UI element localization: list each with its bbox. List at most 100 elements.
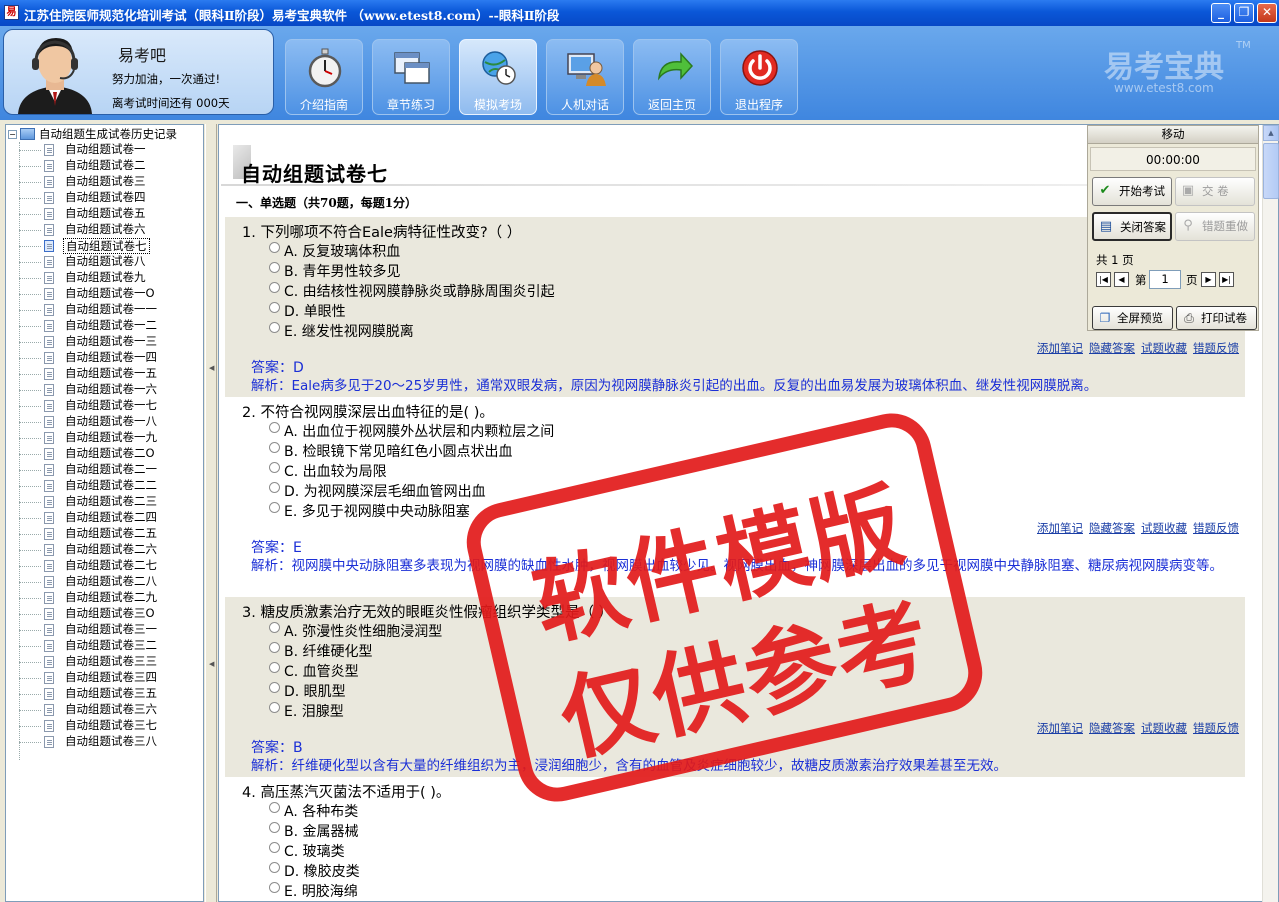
pane-splitter[interactable]: ◀ ◀ bbox=[205, 124, 217, 902]
add-note-link[interactable]: 添加笔记 bbox=[1037, 521, 1083, 535]
panel-move-handle[interactable]: 移动 bbox=[1088, 126, 1258, 144]
option-a[interactable]: A. 出血位于视网膜外丛状层和内颗粒层之间 bbox=[269, 421, 554, 441]
tree-item[interactable]: 自动组题试卷二三 bbox=[6, 494, 203, 510]
paper-history-tree[interactable]: − 自动组题生成试卷历史记录 自动组题试卷一 自动组题试卷二 自动组题试卷三 自动组题试… bbox=[5, 124, 204, 902]
hide-answer-link[interactable]: 隐藏答案 bbox=[1089, 341, 1135, 355]
tree-item[interactable]: 自动组题试卷三五 bbox=[6, 686, 203, 702]
fullscreen-preview-button[interactable]: ❐ 全屏预览 bbox=[1092, 306, 1173, 330]
add-note-link[interactable]: 添加笔记 bbox=[1037, 721, 1083, 735]
radio-button[interactable] bbox=[269, 442, 280, 453]
radio-button[interactable] bbox=[269, 502, 280, 513]
tree-item[interactable]: 自动组题试卷二七 bbox=[6, 558, 203, 574]
toolbar-button-mock-exam[interactable]: 模拟考场 bbox=[459, 39, 537, 115]
tree-item[interactable]: 自动组题试卷三六 bbox=[6, 702, 203, 718]
tree-item[interactable]: 自动组题试卷二五 bbox=[6, 526, 203, 542]
tree-item[interactable]: 自动组题试卷一二 bbox=[6, 318, 203, 334]
tree-item[interactable]: 自动组题试卷一三 bbox=[6, 334, 203, 350]
splitter-arrow-icon[interactable]: ◀ bbox=[209, 660, 214, 668]
tree-item[interactable]: 自动组题试卷一七 bbox=[6, 398, 203, 414]
tree-item[interactable]: 自动组题试卷八 bbox=[6, 254, 203, 270]
tree-item[interactable]: 自动组题试卷三 bbox=[6, 174, 203, 190]
option-c[interactable]: C. 出血较为局限 bbox=[269, 461, 387, 481]
feedback-link[interactable]: 错题反馈 bbox=[1193, 521, 1239, 535]
feedback-link[interactable]: 错题反馈 bbox=[1193, 721, 1239, 735]
tree-item[interactable]: 自动组题试卷三一 bbox=[6, 622, 203, 638]
redo-wrong-button[interactable]: ⚲ 错题重做 bbox=[1175, 212, 1255, 241]
tree-item[interactable]: 自动组题试卷二二 bbox=[6, 478, 203, 494]
radio-button[interactable] bbox=[269, 282, 280, 293]
maximize-button[interactable]: ❐ bbox=[1234, 3, 1254, 23]
option-e[interactable]: E. 多见于视网膜中央动脉阻塞 bbox=[269, 501, 470, 521]
option-b[interactable]: B. 纤维硬化型 bbox=[269, 641, 373, 661]
last-page-icon[interactable]: ▶| bbox=[1219, 272, 1234, 287]
radio-button[interactable] bbox=[269, 462, 280, 473]
radio-button[interactable] bbox=[269, 682, 280, 693]
option-e[interactable]: E. 明胶海绵 bbox=[269, 881, 358, 901]
favorite-link[interactable]: 试题收藏 bbox=[1141, 341, 1187, 355]
tree-item[interactable]: 自动组题试卷三八 bbox=[6, 734, 203, 750]
hide-answer-link[interactable]: 隐藏答案 bbox=[1089, 521, 1135, 535]
radio-button[interactable] bbox=[269, 302, 280, 313]
prev-page-icon[interactable]: ◀ bbox=[1114, 272, 1129, 287]
radio-button[interactable] bbox=[269, 662, 280, 673]
option-e[interactable]: E. 泪腺型 bbox=[269, 701, 344, 721]
toolbar-button-human-computer-dialog[interactable]: 人机对话 bbox=[546, 39, 624, 115]
radio-button[interactable] bbox=[269, 242, 280, 253]
radio-button[interactable] bbox=[269, 702, 280, 713]
option-c[interactable]: C. 玻璃类 bbox=[269, 841, 345, 861]
collapse-icon[interactable]: − bbox=[8, 129, 17, 139]
submit-button[interactable]: ▣ 交 卷 bbox=[1175, 177, 1255, 206]
radio-button[interactable] bbox=[269, 842, 280, 853]
option-c[interactable]: C. 由结核性视网膜静脉炎或静脉周围炎引起 bbox=[269, 281, 555, 301]
tree-item[interactable]: 自动组题试卷二一 bbox=[6, 462, 203, 478]
start-exam-button[interactable]: ✔ 开始考试 bbox=[1092, 177, 1172, 206]
close-button[interactable]: ✕ bbox=[1257, 3, 1277, 23]
next-page-icon[interactable]: ▶ bbox=[1201, 272, 1216, 287]
option-b[interactable]: B. 青年男性较多见 bbox=[269, 261, 401, 281]
radio-button[interactable] bbox=[269, 622, 280, 633]
tree-item[interactable]: 自动组题试卷七 bbox=[6, 238, 203, 254]
option-d[interactable]: D. 橡胶皮类 bbox=[269, 861, 360, 881]
vertical-scrollbar[interactable]: ▲ bbox=[1262, 125, 1279, 902]
radio-button[interactable] bbox=[269, 802, 280, 813]
tree-item[interactable]: 自动组题试卷二四 bbox=[6, 510, 203, 526]
feedback-link[interactable]: 错题反馈 bbox=[1193, 341, 1239, 355]
tree-item[interactable]: 自动组题试卷三三 bbox=[6, 654, 203, 670]
tree-item[interactable]: 自动组题试卷三四 bbox=[6, 670, 203, 686]
radio-button[interactable] bbox=[269, 642, 280, 653]
first-page-icon[interactable]: |◀ bbox=[1096, 272, 1111, 287]
option-b[interactable]: B. 金属器械 bbox=[269, 821, 359, 841]
radio-button[interactable] bbox=[269, 882, 280, 893]
add-note-link[interactable]: 添加笔记 bbox=[1037, 341, 1083, 355]
tree-item[interactable]: 自动组题试卷一O bbox=[6, 286, 203, 302]
option-a[interactable]: A. 弥漫性炎性细胞浸润型 bbox=[269, 621, 442, 641]
option-a[interactable]: A. 反复玻璃体积血 bbox=[269, 241, 400, 261]
option-a[interactable]: A. 各种布类 bbox=[269, 801, 358, 821]
option-c[interactable]: C. 血管炎型 bbox=[269, 661, 359, 681]
title-bar[interactable]: 易 江苏住院医师规范化培训考试（眼科Ⅱ阶段）易考宝典软件 （www.etest8… bbox=[0, 0, 1279, 26]
tree-item[interactable]: 自动组题试卷九 bbox=[6, 270, 203, 286]
tree-item[interactable]: 自动组题试卷四 bbox=[6, 190, 203, 206]
option-b[interactable]: B. 检眼镜下常见暗红色小圆点状出血 bbox=[269, 441, 513, 461]
toolbar-button-home[interactable]: 返回主页 bbox=[633, 39, 711, 115]
tree-item[interactable]: 自动组题试卷一一 bbox=[6, 302, 203, 318]
radio-button[interactable] bbox=[269, 262, 280, 273]
radio-button[interactable] bbox=[269, 422, 280, 433]
print-paper-button[interactable]: ⎙ 打印试卷 bbox=[1176, 306, 1257, 330]
close-answer-button[interactable]: ▤ 关闭答案 bbox=[1092, 212, 1172, 241]
tree-item[interactable]: 自动组题试卷一四 bbox=[6, 350, 203, 366]
splitter-arrow-icon[interactable]: ◀ bbox=[209, 364, 214, 372]
tree-item[interactable]: 自动组题试卷三七 bbox=[6, 718, 203, 734]
radio-button[interactable] bbox=[269, 322, 280, 333]
toolbar-button-chapter-practice[interactable]: 章节练习 bbox=[372, 39, 450, 115]
favorite-link[interactable]: 试题收藏 bbox=[1141, 721, 1187, 735]
tree-item[interactable]: 自动组题试卷二 bbox=[6, 158, 203, 174]
minimize-button[interactable]: _ bbox=[1211, 3, 1231, 23]
option-d[interactable]: D. 为视网膜深层毛细血管网出血 bbox=[269, 481, 486, 501]
tree-root[interactable]: − 自动组题生成试卷历史记录 bbox=[8, 126, 177, 142]
scroll-thumb[interactable] bbox=[1263, 143, 1279, 199]
scroll-up-icon[interactable]: ▲ bbox=[1263, 125, 1279, 141]
radio-button[interactable] bbox=[269, 822, 280, 833]
page-number-input[interactable]: 1 bbox=[1149, 270, 1181, 289]
tree-item[interactable]: 自动组题试卷二六 bbox=[6, 542, 203, 558]
